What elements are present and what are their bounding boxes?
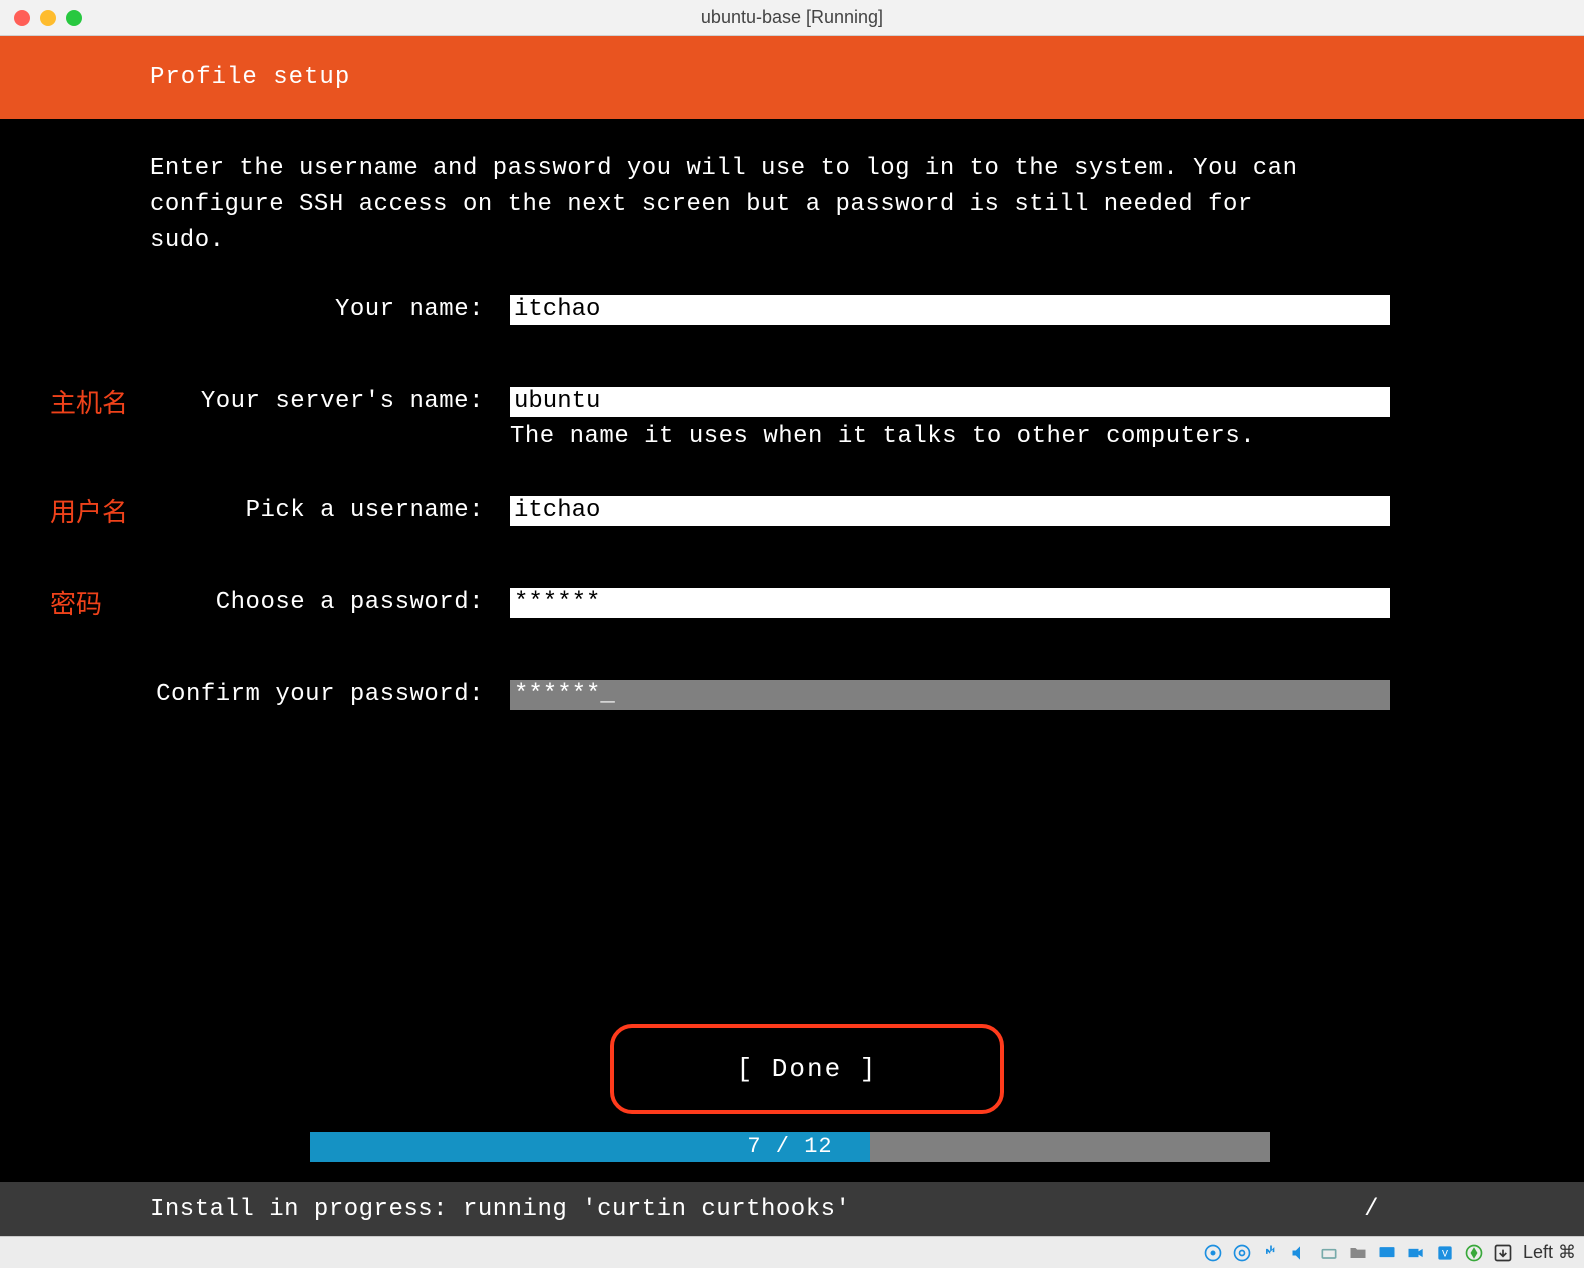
input-your-name[interactable]: itchao <box>510 295 1390 325</box>
row-your-name: Your name: itchao <box>0 295 1584 325</box>
done-button-label: [ Done ] <box>614 1054 1000 1084</box>
status-text: Install in progress: running 'curtin cur… <box>150 1196 850 1223</box>
row-server-name: 主机名 Your server's name: ubuntu The name … <box>0 387 1584 450</box>
usb-icon[interactable] <box>1258 1242 1284 1264</box>
hard-disk-icon[interactable] <box>1200 1242 1226 1264</box>
svg-text:V: V <box>1442 1249 1448 1260</box>
input-server-name[interactable]: ubuntu <box>510 387 1390 417</box>
progress-label: 7 / 12 <box>310 1134 1270 1159</box>
title-bar: ubuntu-base [Running] <box>0 0 1584 36</box>
annotation-password: 密码 <box>50 584 102 621</box>
progress-bar: 7 / 12 <box>310 1132 1270 1162</box>
row-confirm-password: Confirm your password: ******_ <box>0 680 1584 710</box>
label-confirm-password: Confirm your password: <box>0 680 510 710</box>
optical-disk-icon[interactable] <box>1229 1242 1255 1264</box>
row-password: 密码 Choose a password: ****** <box>0 588 1584 618</box>
done-button[interactable]: [ Done ] <box>610 1024 1004 1114</box>
helper-server-name: The name it uses when it talks to other … <box>510 423 1390 450</box>
shared-folder-icon[interactable] <box>1345 1242 1371 1264</box>
instructions-text: Enter the username and password you will… <box>0 151 1584 295</box>
page-title: Profile setup <box>150 64 350 91</box>
video-capture-icon[interactable]: V <box>1432 1242 1458 1264</box>
annotation-hostname: 主机名 <box>50 383 128 420</box>
spinner-icon: / <box>1364 1196 1379 1223</box>
annotation-username: 用户名 <box>50 492 128 529</box>
display-icon[interactable] <box>1374 1242 1400 1264</box>
input-confirm-password[interactable]: ******_ <box>510 680 1390 710</box>
status-strip: Install in progress: running 'curtin cur… <box>0 1182 1584 1236</box>
input-username[interactable]: itchao <box>510 496 1390 526</box>
page-title-banner: Profile setup <box>0 36 1584 119</box>
window-title: ubuntu-base [Running] <box>0 7 1584 28</box>
network-icon[interactable] <box>1316 1242 1342 1264</box>
host-key-indicator: Left ⌘ <box>1519 1242 1576 1263</box>
row-username: 用户名 Pick a username: itchao <box>0 496 1584 526</box>
main-content: Enter the username and password you will… <box>0 119 1584 710</box>
recording-icon[interactable] <box>1403 1242 1429 1264</box>
audio-icon[interactable] <box>1287 1242 1313 1264</box>
keyboard-capture-icon[interactable] <box>1490 1242 1516 1264</box>
mouse-integration-icon[interactable] <box>1461 1242 1487 1264</box>
input-password[interactable]: ****** <box>510 588 1390 618</box>
virtualbox-status-bar: V Left ⌘ <box>0 1236 1584 1268</box>
label-your-name: Your name: <box>0 295 510 325</box>
